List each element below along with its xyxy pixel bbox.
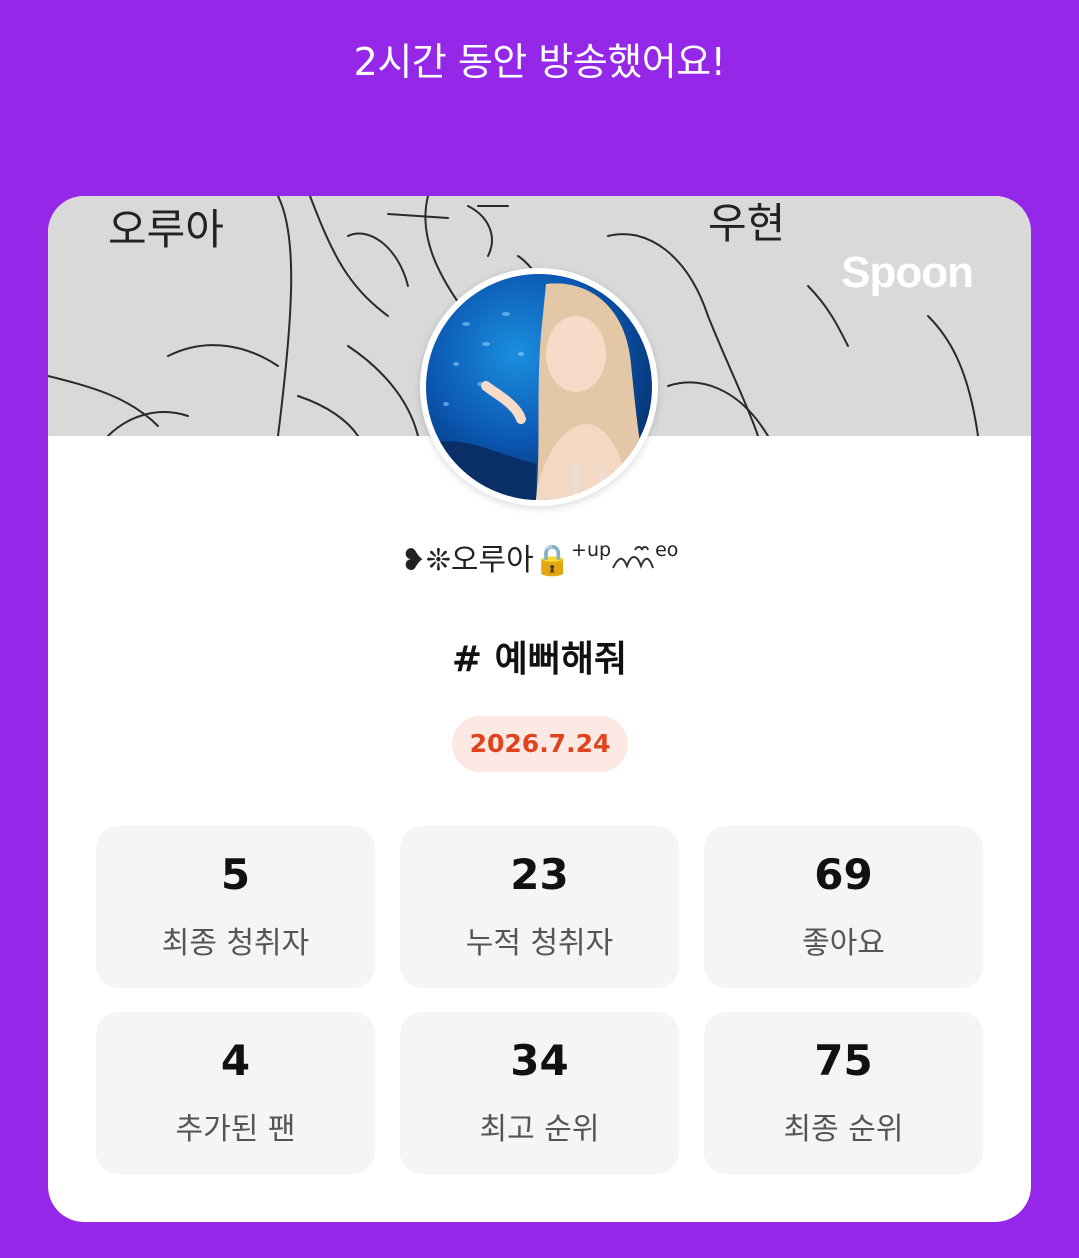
broadcast-summary-card: 오루아 우현 Spoon ❥❊오루아🔒+up eo # 예뻐해줘 2026.7.… xyxy=(48,196,1031,1222)
stat-best-rank: 34 최고 순위 xyxy=(400,1012,679,1174)
avatar-image xyxy=(426,274,652,500)
stat-value: 4 xyxy=(220,1036,251,1085)
stat-label: 최종 순위 xyxy=(783,1112,904,1147)
spoon-logo: Spoon xyxy=(841,248,974,297)
avatar-illustration xyxy=(426,283,652,500)
stat-value: 75 xyxy=(814,1036,873,1085)
stat-final-listeners: 5 최종 청취자 xyxy=(96,826,375,988)
cover-sketch-text-right: 우현 xyxy=(708,199,785,248)
stat-value: 23 xyxy=(510,850,569,899)
stat-total-listeners: 23 누적 청취자 xyxy=(400,826,679,988)
stat-label: 최종 청취자 xyxy=(161,926,310,961)
lock-icon: 🔒 xyxy=(533,543,572,578)
username: ❥❊오루아🔒+up eo xyxy=(48,528,1031,583)
broadcast-title: # 예뻐해줘 xyxy=(451,639,628,680)
crown-wave-icon xyxy=(611,543,655,578)
broadcast-duration-headline: 2시간 동안 방송했어요! xyxy=(353,40,726,84)
username-prefix: ❥❊오루아 xyxy=(400,543,534,578)
stat-value: 34 xyxy=(510,1036,569,1085)
username-superscript: +up xyxy=(571,539,612,561)
stat-likes: 69 좋아요 xyxy=(704,826,983,988)
broadcast-date-badge: 2026.7.24 xyxy=(452,716,628,772)
stat-label: 추가된 팬 xyxy=(175,1112,296,1147)
avatar[interactable] xyxy=(420,268,658,506)
stat-new-fans: 4 추가된 팬 xyxy=(96,1012,375,1174)
stat-value: 5 xyxy=(220,850,251,899)
username-suffix: eo xyxy=(655,539,679,561)
stat-value: 69 xyxy=(814,850,873,899)
cover-sketch-text-left: 오루아 xyxy=(108,205,224,254)
stat-final-rank: 75 최종 순위 xyxy=(704,1012,983,1174)
stat-label: 누적 청취자 xyxy=(465,926,614,961)
stat-label: 최고 순위 xyxy=(479,1112,600,1147)
stat-label: 좋아요 xyxy=(802,926,885,961)
